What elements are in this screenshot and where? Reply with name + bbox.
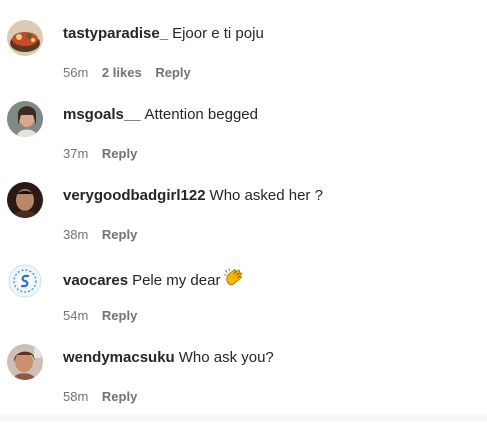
comment-line: tastyparadise_ Ejoor e ti poju	[63, 25, 264, 43]
username-link[interactable]: msgoals__	[63, 106, 141, 123]
timestamp: 37m	[63, 146, 89, 161]
comment-meta: 58m Reply	[63, 389, 147, 405]
username-link[interactable]: vaocares	[63, 272, 128, 289]
username-link[interactable]: tastyparadise_	[63, 25, 168, 42]
reply-button[interactable]: Reply	[102, 308, 137, 323]
comment-item: wendymacsuku Who ask you? 58m Reply	[0, 344, 487, 425]
username-link[interactable]: wendymacsuku	[63, 349, 175, 366]
reply-button[interactable]: Reply	[102, 389, 137, 404]
clapping-hands-icon	[224, 268, 244, 293]
comment-text: Ejoor e ti poju	[172, 25, 264, 42]
reply-button[interactable]: Reply	[102, 146, 137, 161]
avatar[interactable]	[7, 20, 43, 56]
comment-line: msgoals__ Attention begged	[63, 106, 258, 124]
reply-button[interactable]: Reply	[155, 65, 190, 80]
avatar[interactable]	[7, 263, 43, 299]
timestamp: 58m	[63, 389, 89, 404]
comment-text: Who ask you?	[178, 349, 274, 366]
comment-meta: 56m 2 likes Reply	[63, 65, 201, 81]
comment-line: wendymacsuku Who ask you?	[63, 349, 274, 367]
comment-meta: 54m Reply	[63, 308, 147, 324]
comment-item: verygoodbadgirl122 Who asked her ? 38m Re…	[0, 182, 487, 263]
timestamp: 54m	[63, 308, 89, 323]
comment-meta: 38m Reply	[63, 227, 147, 243]
comment-line: vaocares Pele my dear	[63, 268, 244, 293]
comment-item: vaocares Pele my dear 54m Reply	[0, 263, 487, 344]
timestamp: 56m	[63, 65, 89, 80]
bottom-divider	[0, 414, 487, 422]
comment-item: tastyparadise_ Ejoor e ti poju 56m 2 like…	[0, 20, 487, 101]
avatar[interactable]	[7, 182, 43, 218]
username-link[interactable]: verygoodbadgirl122	[63, 187, 206, 204]
reply-button[interactable]: Reply	[102, 227, 137, 242]
timestamp: 38m	[63, 227, 89, 242]
comment-text: Who asked her ?	[209, 187, 323, 204]
comment-text: Attention begged	[144, 106, 258, 123]
avatar[interactable]	[7, 101, 43, 137]
comment-text: Pele my dear	[132, 272, 221, 289]
likes-count[interactable]: 2 likes	[102, 65, 142, 80]
avatar[interactable]	[7, 344, 43, 380]
comment-item: msgoals__ Attention begged 37m Reply	[0, 101, 487, 182]
comment-meta: 37m Reply	[63, 146, 147, 162]
comment-line: verygoodbadgirl122 Who asked her ?	[63, 187, 323, 205]
